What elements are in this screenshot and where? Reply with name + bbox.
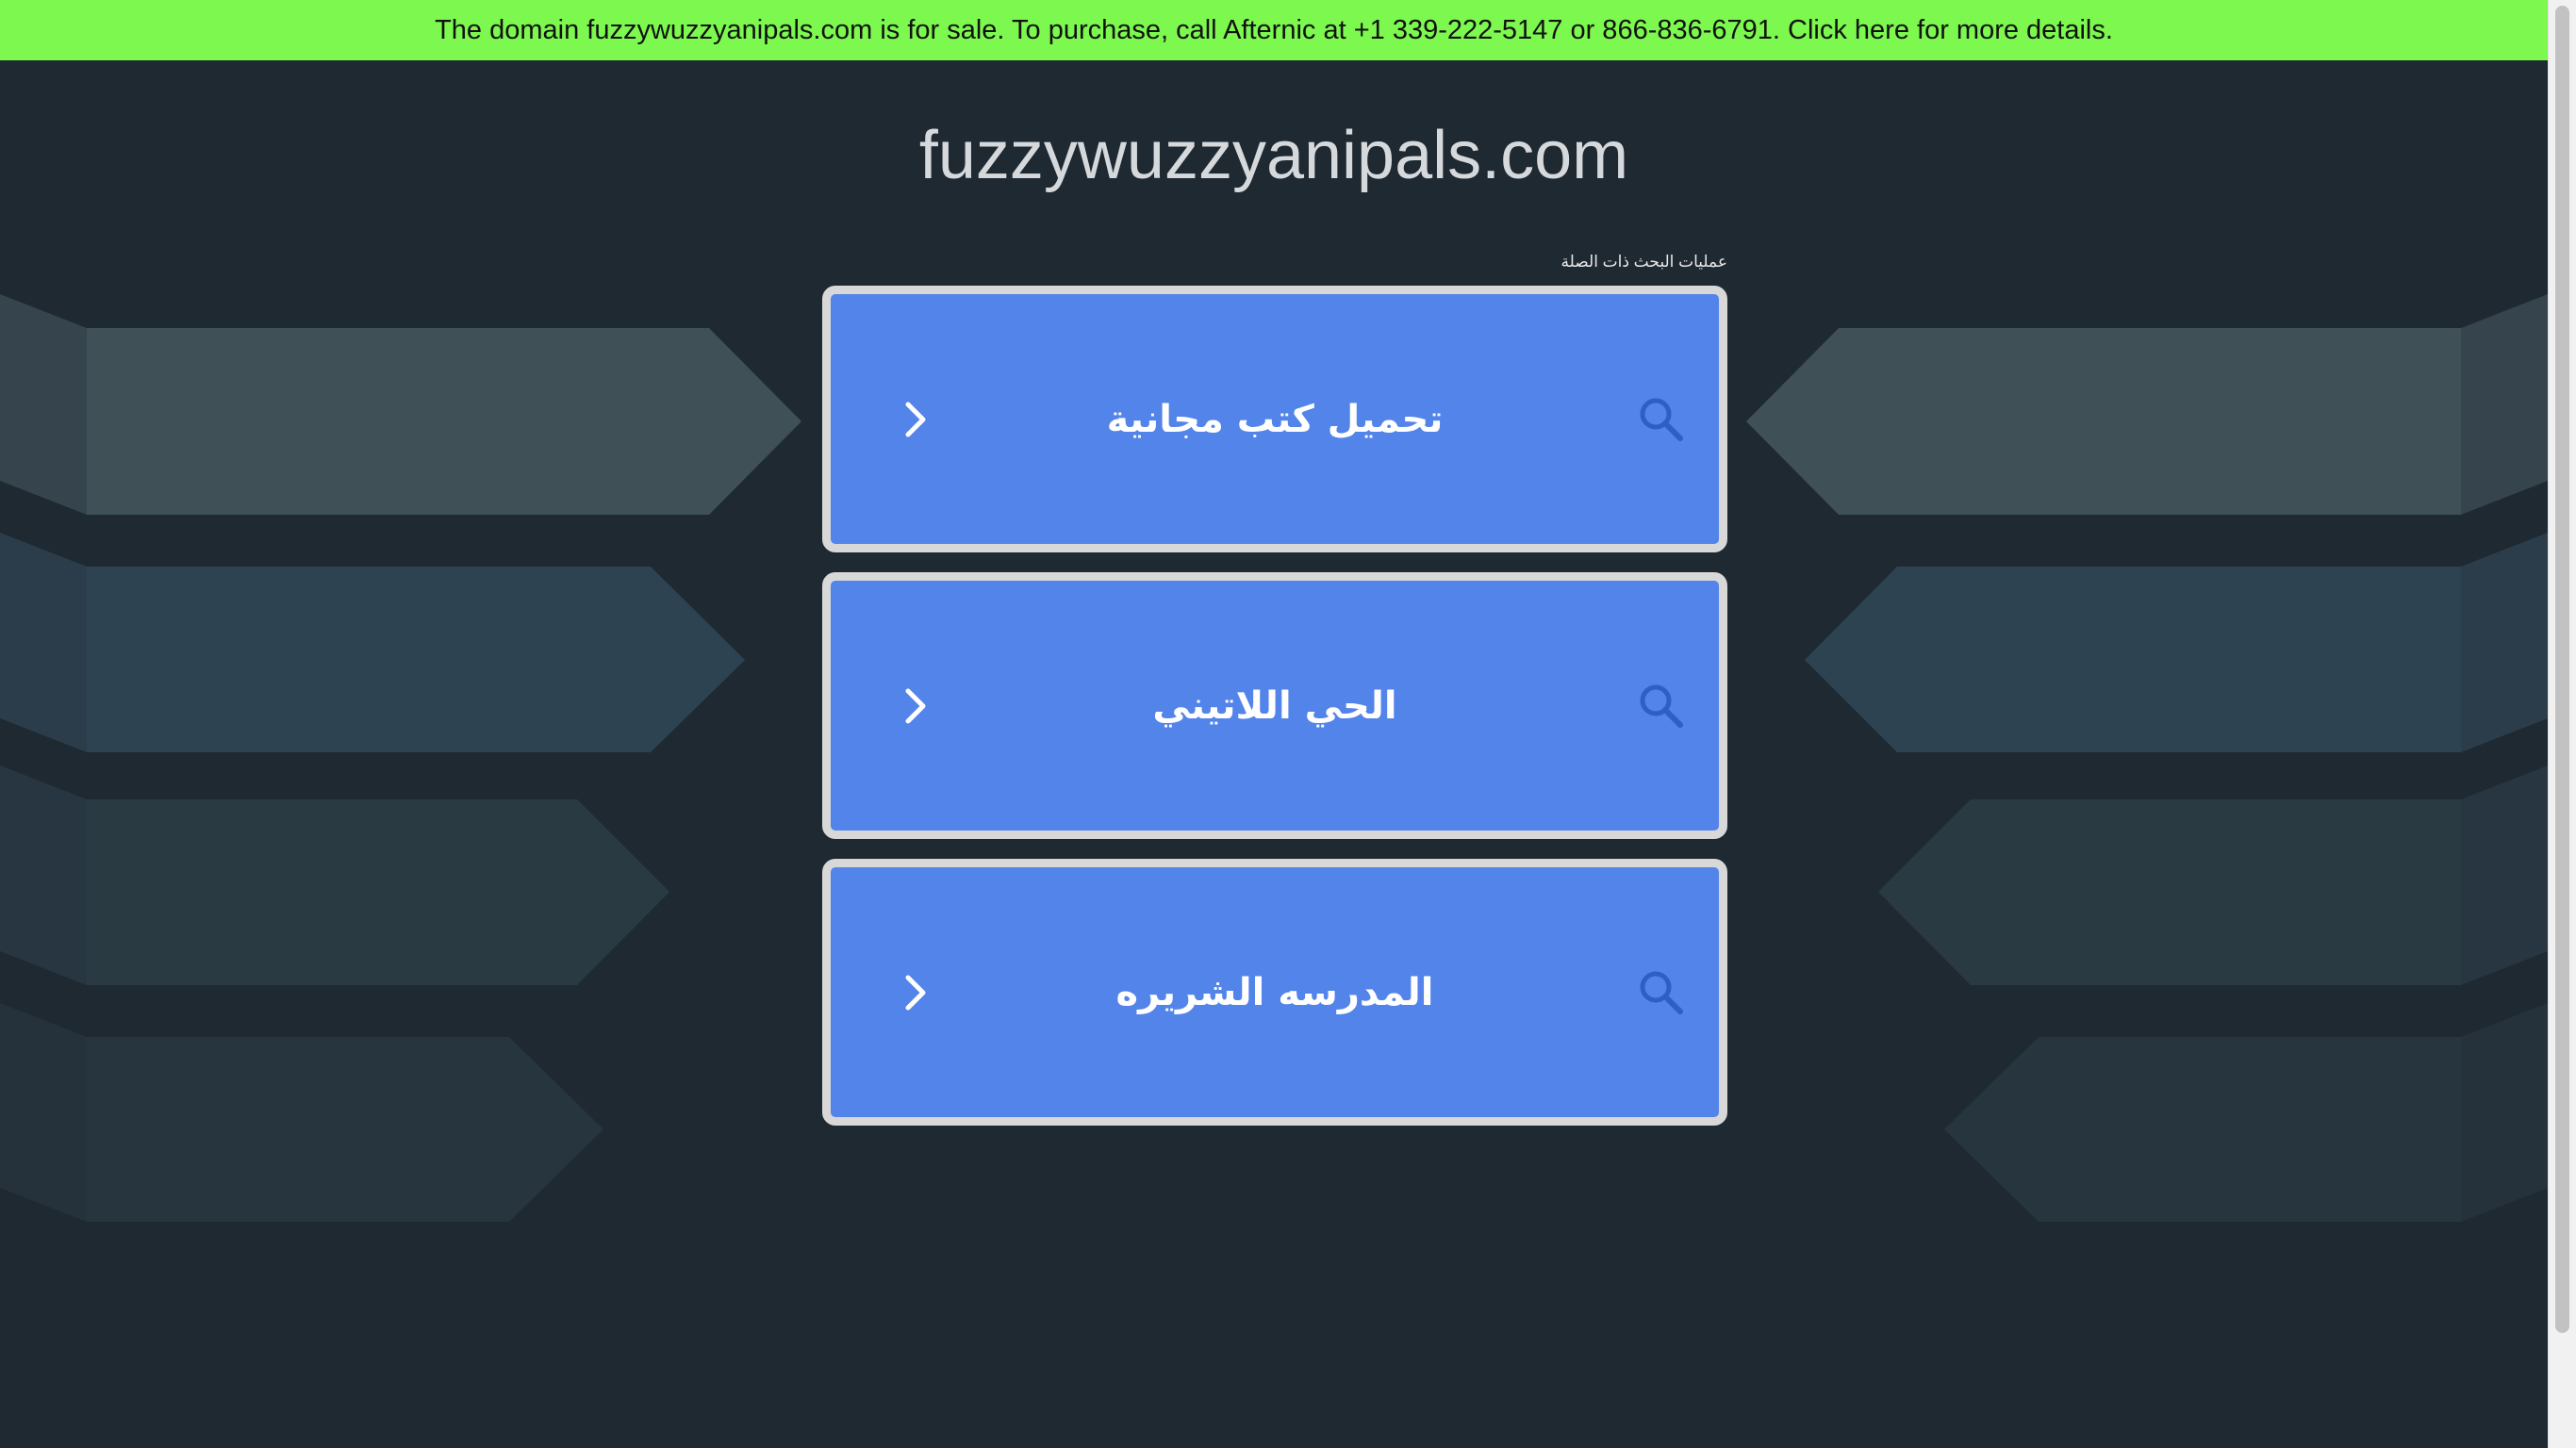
related-search-label: الحي اللاتيني — [1152, 683, 1397, 728]
related-search-item[interactable]: المدرسه الشريره — [822, 859, 1727, 1126]
page: The domain fuzzywuzzyanipals.com is for … — [0, 0, 2548, 1448]
domain-for-sale-banner[interactable]: The domain fuzzywuzzyanipals.com is for … — [0, 0, 2548, 60]
related-search-label: تحميل كتب مجانية — [1106, 397, 1444, 441]
scrollbar-thumb[interactable] — [2555, 6, 2569, 1333]
search-icon — [1640, 684, 1683, 728]
related-search-label: المدرسه الشريره — [1115, 970, 1434, 1014]
site-title: fuzzywuzzyanipals.com — [918, 118, 1629, 193]
related-search-item[interactable]: الحي اللاتيني — [822, 572, 1727, 839]
related-search-item[interactable]: تحميل كتب مجانية — [822, 286, 1727, 552]
related-searches-label: عمليات البحث ذات الصلة — [1560, 253, 1727, 271]
search-icon — [1640, 398, 1683, 441]
vertical-scrollbar[interactable] — [2548, 0, 2576, 1448]
search-icon — [1640, 971, 1683, 1014]
